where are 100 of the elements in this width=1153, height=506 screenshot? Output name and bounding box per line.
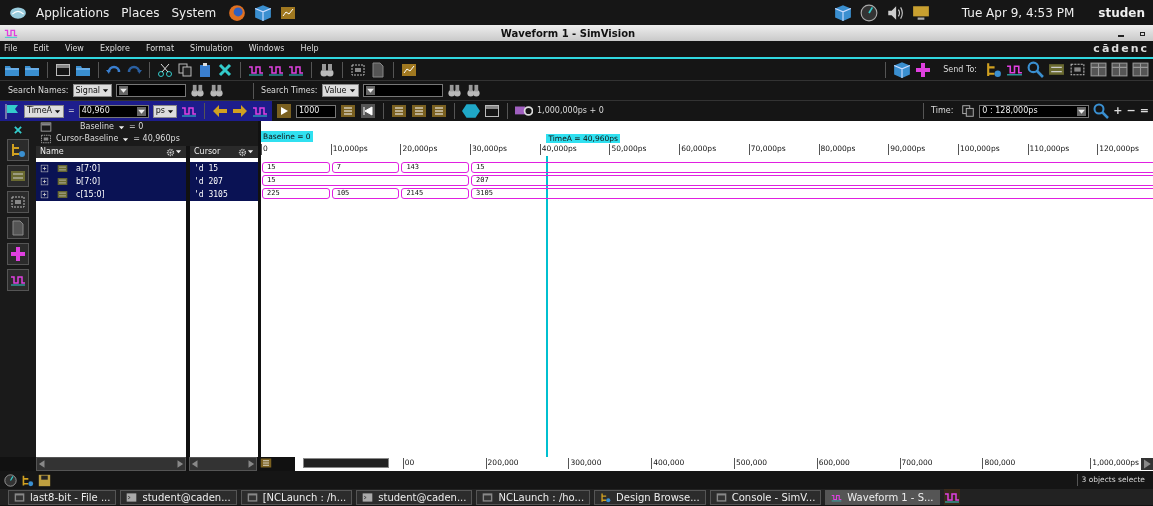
save-icon[interactable] <box>38 473 51 487</box>
menu-item[interactable]: Explore <box>99 43 130 55</box>
close-icon[interactable] <box>13 125 23 135</box>
step-field[interactable]: 1000 <box>296 104 336 118</box>
menu-item[interactable]: Edit <box>33 43 49 55</box>
search-names-field[interactable] <box>116 84 187 97</box>
taskbar-button[interactable]: last8-bit - File ... <box>8 489 117 505</box>
next-edge-icon[interactable] <box>232 103 248 119</box>
monitor-icon[interactable] <box>911 3 930 22</box>
menu-item[interactable]: Simulation <box>190 43 233 55</box>
chart-icon[interactable] <box>401 61 417 78</box>
taskbar-button[interactable]: Console - SimV... <box>709 489 822 505</box>
schematic-icon[interactable] <box>7 165 29 187</box>
panes-icon[interactable] <box>1132 61 1149 78</box>
panes-icon[interactable] <box>1090 61 1107 78</box>
panel-menu[interactable]: Applications <box>36 3 110 22</box>
taskbar-button[interactable]: student@caden... <box>120 489 237 505</box>
register-icon[interactable] <box>7 191 29 213</box>
gauge-icon[interactable] <box>859 3 878 22</box>
source-icon[interactable] <box>7 217 29 239</box>
status-icon[interactable] <box>4 473 17 487</box>
equals-sign: = <box>68 105 75 117</box>
menu-item[interactable]: View <box>64 43 84 55</box>
baseline-label[interactable]: Baseline <box>80 121 114 133</box>
find-previous-icon[interactable] <box>446 83 462 98</box>
find-icon[interactable] <box>190 83 206 98</box>
zoom-magnifier-icon[interactable] <box>1093 103 1110 119</box>
play-icon[interactable] <box>276 103 292 119</box>
cursor-value[interactable]: 'd 207 <box>190 175 258 188</box>
marker-select[interactable]: TimeA <box>24 104 65 118</box>
delta-label[interactable]: Cursor-Baseline <box>56 133 119 145</box>
window-title: Waveform 1 - SimVision <box>499 26 637 41</box>
cube-icon[interactable] <box>893 60 912 79</box>
taskbar-button[interactable]: student@caden... <box>356 489 473 505</box>
user-name[interactable]: studen <box>1098 3 1145 22</box>
find-next-icon[interactable] <box>465 83 481 98</box>
bus-icon[interactable] <box>1048 61 1065 78</box>
zoom-windows-icon[interactable] <box>961 104 976 118</box>
plus-icon[interactable] <box>915 61 932 78</box>
cursor-value[interactable]: 'd 3105 <box>190 188 258 201</box>
menu-item[interactable]: File <box>4 43 18 55</box>
search-times-mode[interactable]: Value <box>321 84 359 97</box>
column-header[interactable]: Name <box>40 146 64 158</box>
design-browser-icon[interactable] <box>7 139 29 161</box>
find-next-icon[interactable] <box>209 83 225 98</box>
document-icon[interactable] <box>370 61 386 78</box>
menu-item[interactable]: Help <box>300 43 319 55</box>
panel-menu[interactable]: Places <box>121 3 160 22</box>
workspace-icon[interactable] <box>943 489 960 505</box>
notes-icon[interactable] <box>280 4 297 21</box>
search-tree-icon[interactable] <box>985 61 1002 78</box>
toggle-icon[interactable] <box>484 103 500 119</box>
horizontal-scrollbar[interactable] <box>189 457 257 471</box>
stop-icon[interactable] <box>340 103 356 119</box>
right-arrow-icon <box>246 459 256 469</box>
rewind-icon[interactable] <box>360 103 376 119</box>
register-icon[interactable] <box>1069 61 1086 78</box>
globe-icon[interactable] <box>228 3 247 22</box>
overview-thumb[interactable] <box>303 458 389 468</box>
delete-icon[interactable] <box>217 61 233 78</box>
zoom-in-button[interactable]: + <box>1113 102 1123 120</box>
cut-icon[interactable] <box>157 61 173 78</box>
step-icon[interactable] <box>431 103 447 119</box>
package-icon[interactable] <box>833 3 852 22</box>
panel-toggle-icon[interactable] <box>260 457 272 469</box>
zoom-out-button[interactable]: − <box>1126 102 1136 120</box>
left-arrow-icon <box>37 459 47 469</box>
flag-icon[interactable] <box>4 103 20 119</box>
marker-time-field[interactable]: 40,960 <box>78 104 149 118</box>
search-names-mode[interactable]: Signal <box>72 84 113 97</box>
time-range-field[interactable]: 0 : 128,000ps <box>979 104 1090 118</box>
previous-edge-icon[interactable] <box>212 103 228 119</box>
waveform-icon[interactable] <box>7 269 29 291</box>
menu-item[interactable]: Windows <box>248 43 285 55</box>
plus-icon[interactable] <box>7 243 29 265</box>
unit-select[interactable]: ps <box>152 104 177 118</box>
binoculars-icon[interactable] <box>319 61 335 78</box>
panes-icon[interactable] <box>1111 61 1128 78</box>
cursor-value[interactable]: 'd 15 <box>190 162 258 175</box>
grid-icon[interactable] <box>350 61 366 78</box>
signal-row[interactable]: a[7:0] <box>36 162 186 175</box>
horizontal-scrollbar[interactable] <box>36 457 186 471</box>
taskbar-button[interactable]: NCLaunch : /ho... <box>476 489 591 505</box>
copy-icon[interactable] <box>177 61 193 78</box>
step-icon[interactable] <box>391 103 407 119</box>
magnifier-icon[interactable] <box>1027 61 1044 78</box>
menu-item[interactable]: Format <box>145 43 175 55</box>
step-icon[interactable] <box>411 103 427 119</box>
signal-row[interactable]: c[15:0] <box>36 188 186 201</box>
taskbar-button[interactable]: Waveform 1 - S... <box>825 489 940 505</box>
left-arrow-icon <box>190 459 200 469</box>
paste-icon[interactable] <box>197 61 213 78</box>
signal-row[interactable]: b[7:0] <box>36 175 186 188</box>
maximize-button[interactable] <box>1140 32 1145 36</box>
baseline-icon <box>40 121 52 133</box>
panel-menu[interactable]: System <box>171 3 217 22</box>
taskbar-button[interactable]: [NCLaunch : /h... <box>240 489 353 505</box>
taskbar-button[interactable]: Design Browse... <box>594 489 706 505</box>
search-times-field[interactable] <box>362 84 443 97</box>
zoom-fit-button[interactable]: = <box>1139 102 1149 120</box>
